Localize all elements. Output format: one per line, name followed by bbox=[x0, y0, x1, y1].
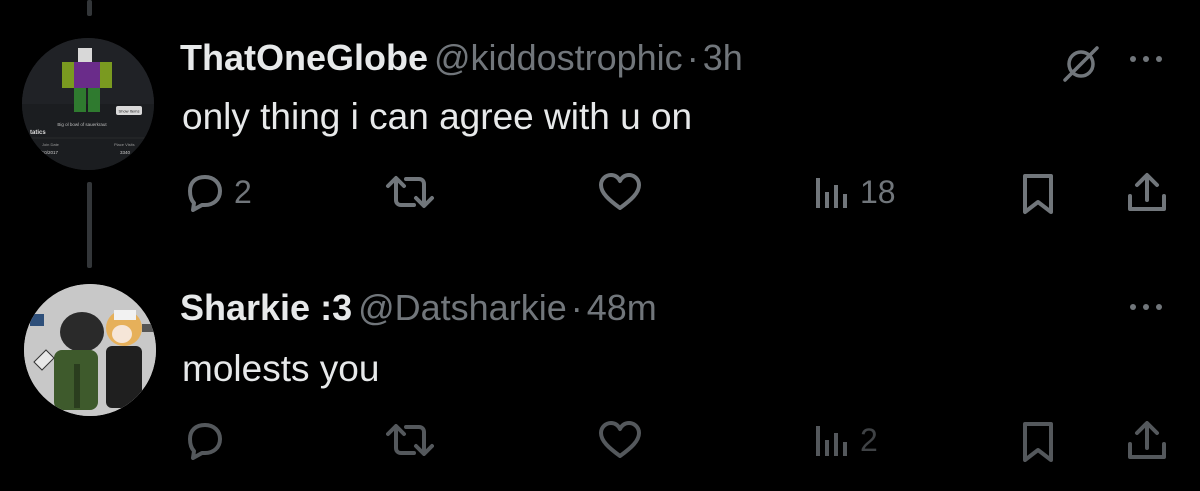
reply-button[interactable] bbox=[182, 420, 226, 460]
avatar[interactable]: Show Items Big ol bowl of sauerkraut tat… bbox=[22, 38, 154, 170]
reply-icon bbox=[188, 175, 222, 212]
share-button[interactable] bbox=[1125, 170, 1169, 214]
grok-icon[interactable] bbox=[1059, 42, 1103, 86]
separator-dot: · bbox=[686, 37, 699, 78]
svg-text:Big ol bowl of sauerkraut: Big ol bowl of sauerkraut bbox=[57, 122, 107, 127]
more-icon[interactable] bbox=[1128, 52, 1168, 66]
retweet-button[interactable] bbox=[384, 420, 436, 460]
tweet-header: Sharkie :3 @Datsharkie · 48m bbox=[180, 288, 657, 328]
svg-text:Show Items: Show Items bbox=[119, 109, 140, 114]
svg-text:Join Date: Join Date bbox=[42, 142, 60, 147]
views-button[interactable]: 18 bbox=[812, 172, 896, 212]
bookmark-icon bbox=[1023, 174, 1053, 214]
tweet-text: only thing i can agree with u on bbox=[182, 96, 693, 137]
like-icon bbox=[599, 421, 641, 458]
views-icon bbox=[816, 178, 847, 208]
svg-text:Place Visits: Place Visits bbox=[114, 142, 135, 147]
tweet-text: molests you bbox=[182, 348, 380, 389]
thread-line-top bbox=[87, 0, 92, 16]
view-count: 18 bbox=[860, 174, 896, 210]
views-button[interactable]: 2 bbox=[812, 420, 878, 460]
share-icon bbox=[1128, 421, 1166, 459]
share-icon bbox=[1128, 173, 1166, 211]
view-count: 2 bbox=[860, 422, 878, 458]
like-icon bbox=[599, 173, 641, 210]
svg-text:3340: 3340 bbox=[120, 150, 131, 155]
bookmark-button[interactable] bbox=[1018, 420, 1058, 464]
share-button[interactable] bbox=[1125, 418, 1169, 462]
like-button[interactable] bbox=[597, 172, 643, 212]
bookmark-icon bbox=[1023, 422, 1053, 462]
display-name[interactable]: ThatOneGlobe bbox=[180, 37, 428, 78]
timestamp[interactable]: 3h bbox=[703, 37, 743, 78]
display-name[interactable]: Sharkie :3 bbox=[180, 287, 352, 328]
avatar[interactable] bbox=[24, 284, 156, 416]
tweet-header: ThatOneGlobe @kiddostrophic · 3h bbox=[180, 38, 743, 78]
reply-button[interactable]: 2 bbox=[182, 172, 252, 212]
user-handle[interactable]: @kiddostrophic bbox=[434, 37, 683, 78]
timestamp[interactable]: 48m bbox=[587, 287, 657, 328]
separator-dot: · bbox=[570, 287, 583, 328]
like-button[interactable] bbox=[597, 420, 643, 460]
reply-icon bbox=[188, 423, 222, 460]
more-icon[interactable] bbox=[1128, 300, 1168, 314]
bookmark-button[interactable] bbox=[1018, 172, 1058, 216]
reply-count: 2 bbox=[234, 174, 252, 210]
user-handle[interactable]: @Datsharkie bbox=[358, 287, 567, 328]
retweet-icon bbox=[386, 424, 434, 456]
retweet-icon bbox=[386, 176, 434, 208]
svg-text:1/10/2017: 1/10/2017 bbox=[38, 150, 59, 155]
views-icon bbox=[816, 426, 847, 456]
svg-text:tatics: tatics bbox=[30, 130, 46, 136]
retweet-button[interactable] bbox=[384, 172, 436, 212]
thread-line-bottom bbox=[87, 182, 92, 268]
